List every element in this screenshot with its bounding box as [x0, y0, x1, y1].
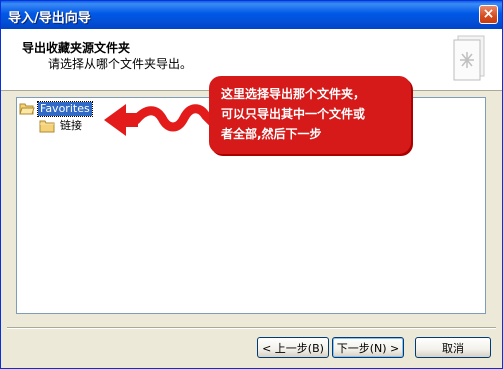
close-button[interactable]: × — [479, 5, 498, 24]
wizard-window: 导入/导出向导 × 导出收藏夹源文件夹 请选择从哪个文件夹导出。 Favorit… — [0, 0, 503, 369]
callout-line: 可以只导出其中一个文件或 — [221, 107, 366, 121]
folder-icon — [39, 120, 55, 133]
header-title: 导出收藏夹源文件夹 — [22, 41, 131, 55]
tree-item-links[interactable]: 链接 — [39, 118, 84, 134]
callout-line: 者全部,然后下一步 — [221, 127, 322, 141]
callout-text: 这里选择导出那个文件夹， 可以只导出其中一个文件或 者全部,然后下一步 — [221, 84, 407, 144]
tree-item-label: 链接 — [60, 119, 82, 132]
back-button[interactable]: < 上一步(B) — [257, 337, 329, 358]
separator — [7, 327, 496, 329]
title-bar[interactable]: 导入/导出向导 × — [1, 1, 502, 29]
wizard-page-icon — [453, 35, 485, 81]
tree-item-label: Favorites — [37, 101, 93, 117]
close-icon: × — [482, 6, 495, 22]
annotation-callout: 这里选择导出那个文件夹， 可以只导出其中一个文件或 者全部,然后下一步 — [209, 76, 411, 154]
cancel-button[interactable]: 取消 — [415, 337, 491, 358]
callout-line: 这里选择导出那个文件夹， — [221, 87, 366, 101]
window-title: 导入/导出向导 — [8, 11, 91, 26]
header-subtitle: 请选择从哪个文件夹导出。 — [48, 57, 193, 71]
folder-open-icon — [19, 103, 35, 115]
tree-item-favorites[interactable]: Favorites — [19, 101, 93, 117]
red-wavy-arrow — [104, 104, 216, 136]
next-button[interactable]: 下一步(N) > — [332, 337, 404, 358]
